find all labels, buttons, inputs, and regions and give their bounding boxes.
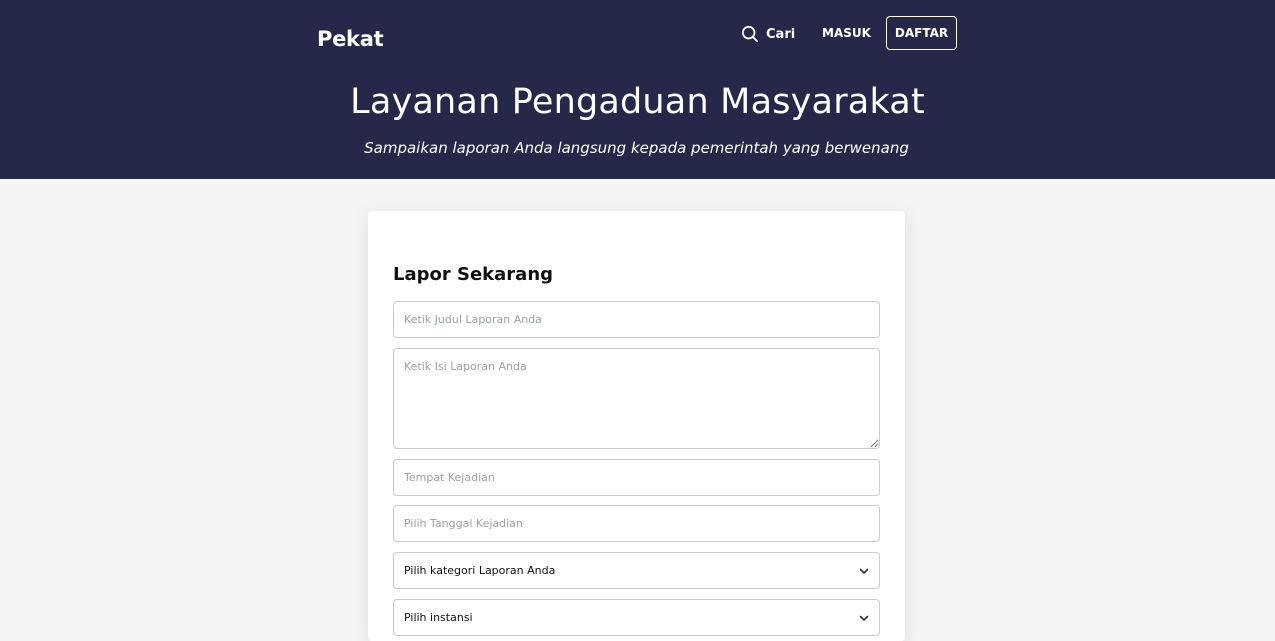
hero-header: Pekat Cari MASUK DAFTAR Layanan Pengadua…: [0, 0, 1275, 179]
report-form-card: Lapor Sekarang Pilih kategori Laporan An…: [368, 211, 905, 641]
report-title-input[interactable]: [393, 301, 880, 338]
search-icon: [741, 25, 759, 43]
category-select[interactable]: Pilih kategori Laporan Anda: [393, 552, 880, 589]
page-title: Layanan Pengaduan Masyarakat: [350, 82, 925, 122]
report-body-textarea[interactable]: [393, 348, 880, 449]
login-link[interactable]: MASUK: [822, 26, 871, 40]
agency-select[interactable]: Pilih instansi: [393, 599, 880, 636]
agency-select-value: Pilih instansi: [404, 611, 473, 624]
register-button[interactable]: DAFTAR: [886, 16, 957, 50]
search-link[interactable]: Cari: [741, 24, 795, 44]
category-select-value: Pilih kategori Laporan Anda: [404, 564, 556, 577]
chevron-down-icon: [859, 615, 869, 621]
date-input[interactable]: [393, 505, 880, 542]
brand-logo[interactable]: Pekat: [317, 27, 384, 51]
form-title: Lapor Sekarang: [393, 264, 554, 285]
chevron-down-icon: [859, 568, 869, 574]
search-label: Cari: [766, 26, 796, 42]
page-subtitle: Sampaikan laporan Anda langsung kepada p…: [364, 139, 909, 157]
location-input[interactable]: [393, 459, 880, 496]
